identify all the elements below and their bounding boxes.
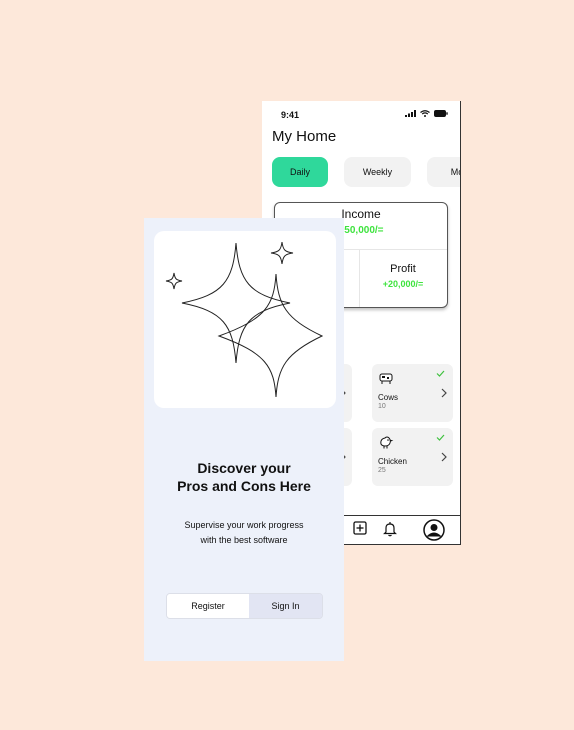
sparkle-icon — [165, 272, 183, 290]
tab-weekly[interactable]: Weekly — [344, 157, 411, 187]
status-time: 9:41 — [281, 110, 300, 120]
register-button[interactable]: Register — [167, 594, 249, 618]
wifi-icon — [420, 110, 430, 117]
animal-name: Chicken — [378, 457, 407, 466]
cow-icon — [379, 373, 393, 384]
tab-monthly[interactable]: Mo — [427, 157, 460, 187]
chicken-icon — [380, 436, 394, 449]
animal-card-chicken[interactable]: Chicken 25 — [372, 428, 453, 486]
chevron-right-icon — [441, 388, 447, 398]
hero-illustration-card — [154, 231, 336, 408]
add-icon[interactable] — [353, 521, 367, 535]
animal-count: 25 — [378, 467, 386, 474]
check-icon — [436, 434, 445, 441]
divider — [359, 249, 360, 307]
title-line: Pros and Cons Here — [177, 478, 311, 494]
onboarding-screen: Discover your Pros and Cons Here Supervi… — [144, 218, 344, 661]
animal-name: Cows — [378, 393, 399, 402]
sparkle-icon — [270, 241, 294, 265]
bell-icon[interactable] — [383, 521, 397, 537]
signal-icon — [405, 110, 416, 117]
onboarding-title: Discover your Pros and Cons Here — [144, 459, 344, 495]
sign-in-button[interactable]: Sign In — [249, 594, 322, 618]
sparkle-icon — [181, 242, 291, 364]
profit-label: Profit — [390, 263, 416, 275]
title-line: Discover your — [197, 460, 291, 476]
sparkle-icon — [217, 273, 324, 398]
page-title: My Home — [272, 128, 337, 145]
status-bar: 9:41 — [262, 101, 460, 127]
battery-icon — [434, 110, 448, 117]
animal-card-cows[interactable]: Cows 10 — [372, 364, 453, 422]
subtitle-line: with the best software — [200, 535, 288, 545]
profile-icon[interactable] — [423, 519, 445, 541]
sparkle-illustration — [165, 241, 324, 398]
subtitle-line: Supervise your work progress — [184, 520, 304, 530]
chevron-right-icon — [441, 452, 447, 462]
auth-toggle: Register Sign In — [166, 593, 323, 619]
status-icons — [405, 110, 448, 117]
check-icon — [436, 370, 445, 377]
onboarding-subtitle: Supervise your work progress with the be… — [144, 518, 344, 548]
animal-count: 10 — [378, 403, 386, 410]
tab-daily[interactable]: Daily — [272, 157, 328, 187]
profit-value: +20,000/= — [382, 279, 424, 289]
